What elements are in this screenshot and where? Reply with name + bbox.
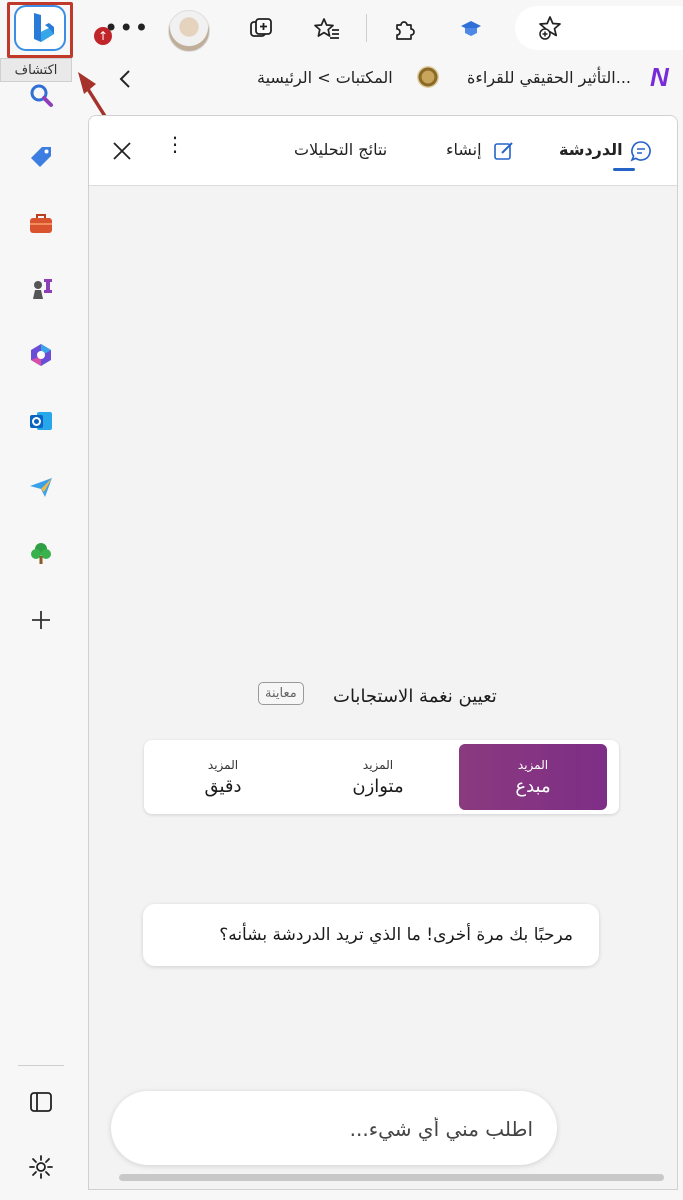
tree-icon[interactable] — [24, 536, 58, 570]
onenote-icon: N — [650, 62, 669, 92]
discover-highlight-box — [7, 2, 73, 58]
favorites-icon[interactable] — [312, 14, 342, 44]
tab-compose[interactable]: إنشاء — [446, 140, 482, 159]
tools-briefcase-icon[interactable] — [24, 206, 58, 240]
toolbar-separator — [366, 14, 367, 42]
edge-sidebar — [0, 58, 84, 1200]
profile-avatar[interactable] — [168, 10, 210, 52]
update-icon[interactable]: ↑ — [94, 27, 112, 45]
tone-option-creative[interactable]: المزيد مبدع — [459, 744, 607, 810]
tone-more-label: المزيد — [362, 757, 394, 772]
tone-label-balanced: متوازن — [352, 775, 404, 797]
chat-bubble-icon[interactable] — [626, 136, 656, 166]
sidebar-divider — [18, 1065, 64, 1066]
chevron-left-icon[interactable] — [110, 64, 140, 94]
extensions-icon[interactable] — [390, 14, 420, 44]
outlook-icon[interactable] — [24, 404, 58, 438]
welcome-message: مرحبًا بك مرة أخرى! ما الذي تريد الدردشة… — [143, 904, 599, 966]
add-favorite-icon[interactable] — [535, 13, 565, 43]
chat-input[interactable] — [131, 1091, 535, 1167]
games-chess-icon[interactable] — [24, 272, 58, 306]
preview-badge: معاينة — [258, 682, 304, 705]
horizontal-scrollbar[interactable] — [119, 1174, 664, 1181]
tone-title: تعيين نغمة الاستجابات — [333, 686, 497, 707]
tone-option-balanced[interactable]: المزيد متوازن — [304, 744, 452, 810]
shopping-tag-icon[interactable] — [24, 140, 58, 174]
tone-option-precise[interactable]: المزيد دقيق — [149, 744, 297, 810]
sidebar-toggle-icon[interactable] — [24, 1085, 58, 1119]
tone-selector: المزيد دقيق المزيد متوازن المزيد مبدع — [144, 740, 619, 814]
bing-chat-pane: ⋮ نتائج التحليلات إنشاء الدردشة تعيين نغ… — [88, 115, 678, 1190]
library-seal-icon — [417, 66, 439, 88]
education-icon[interactable] — [456, 14, 486, 44]
address-bar[interactable] — [515, 6, 683, 50]
active-tab-indicator — [613, 168, 635, 171]
header-more-icon[interactable]: ⋮ — [165, 134, 185, 154]
compose-icon[interactable] — [489, 136, 519, 166]
tone-label-creative: مبدع — [515, 775, 551, 797]
browser-toolbar: ••• ↑ — [0, 0, 683, 58]
collections-icon[interactable] — [246, 14, 276, 44]
bookmark-reading[interactable]: التأثير الحقيقي للقراءة... — [467, 68, 631, 87]
chat-header: ⋮ نتائج التحليلات إنشاء الدردشة — [89, 116, 677, 186]
tone-more-label: المزيد — [207, 757, 239, 772]
add-icon[interactable] — [24, 603, 58, 637]
microsoft365-icon[interactable] — [24, 338, 58, 372]
tab-insights[interactable]: نتائج التحليلات — [294, 140, 387, 159]
tone-more-label: المزيد — [517, 757, 549, 772]
bookmarks-bar: المكتبات > الرئيسية التأثير الحقيقي للقر… — [90, 58, 683, 98]
tone-label-precise: دقيق — [204, 775, 242, 797]
send-plane-icon[interactable] — [24, 470, 58, 504]
tab-chat[interactable]: الدردشة — [559, 140, 623, 159]
settings-gear-icon[interactable] — [24, 1150, 58, 1184]
chat-input-box[interactable] — [111, 1091, 557, 1167]
bookmark-libraries[interactable]: المكتبات > الرئيسية — [257, 68, 393, 87]
close-icon[interactable] — [107, 136, 137, 166]
search-icon[interactable] — [24, 78, 58, 112]
